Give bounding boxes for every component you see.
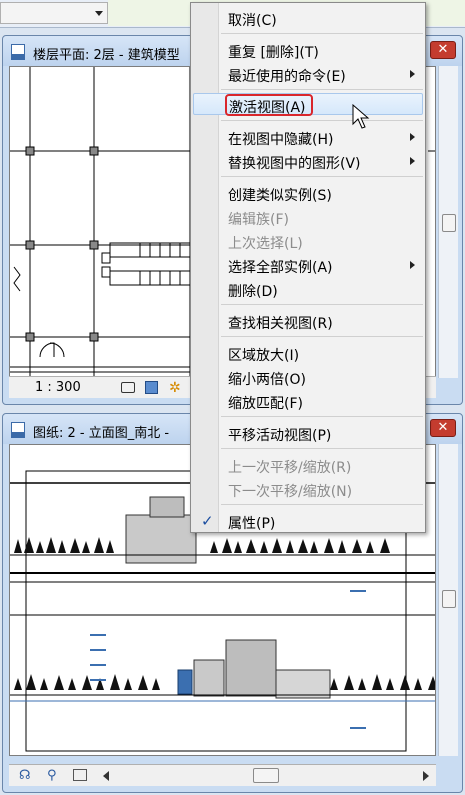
show-constraints-icon[interactable]: ⚲ [47,768,57,783]
menu-item-find-referring-views[interactable]: 查找相关视图(R) [193,310,423,332]
view-document-icon [11,44,25,60]
submenu-arrow-icon [410,261,415,269]
menu-separator [221,504,423,505]
menu-item-override-graphics[interactable]: 替换视图中的图形(V) [193,150,423,172]
submenu-arrow-icon [410,157,415,165]
menu-item-repeat-delete[interactable]: 重复 [删除](T) [193,39,423,61]
menu-item-delete[interactable]: 删除(D) [193,278,423,300]
close-button[interactable]: ✕ [430,419,456,437]
sheet-title: 图纸: 2 - 立面图_南北 - [33,426,170,441]
sun-path-icon[interactable]: ✲ [169,380,181,396]
sheet-view-control-bar: ☊ ⚲ [9,764,436,786]
menu-item-previous-selection: 上次选择(L) [228,236,303,252]
detail-level-icon[interactable] [121,382,135,393]
menu-separator [221,120,423,121]
crop-region-icon[interactable] [73,769,87,781]
submenu-arrow-icon [410,133,415,141]
scroll-right-icon[interactable] [423,771,429,781]
menu-separator [221,416,423,417]
scrollbar-thumb[interactable] [442,590,456,608]
menu-item-properties[interactable]: ✓ 属性(P) [193,510,423,532]
menu-item-previous-pan-zoom: 上一次平移/缩放(R) [228,460,352,476]
scroll-left-icon[interactable] [103,771,109,781]
context-menu: 取消(C) 重复 [删除](T) 最近使用的命令(E) 激活视图(A) 在视图中… [190,2,426,533]
checkmark-icon: ✓ [201,512,214,530]
render-settings-icon[interactable]: ☊ [19,768,31,783]
type-selector-dropdown[interactable] [0,2,108,24]
menu-item-edit-family: 编辑族(F) [228,212,289,228]
menu-separator [221,176,423,177]
submenu-arrow-icon [410,70,415,78]
floor-plan-title: 楼层平面: 2层 - 建筑模型 [33,48,180,63]
view-scale[interactable]: 1 : 300 [35,380,81,395]
menu-item-recent-commands[interactable]: 最近使用的命令(E) [193,63,423,85]
close-button[interactable]: ✕ [430,41,456,59]
mouse-pointer-icon [352,104,370,129]
menu-item-next-pan-zoom: 下一次平移/缩放(N) [228,484,353,500]
menu-separator [221,448,423,449]
menu-separator [221,304,423,305]
floor-plan-vertical-scrollbar[interactable] [438,66,458,378]
sheet-vertical-scrollbar[interactable] [438,444,458,756]
menu-item-create-similar[interactable]: 创建类似实例(S) [193,182,423,204]
menu-item-zoom-in-region[interactable]: 区域放大(I) [193,342,423,364]
menu-item-cancel[interactable]: 取消(C) [193,7,423,29]
horizontal-scrollbar-thumb[interactable] [253,768,279,783]
menu-item-pan-active-view[interactable]: 平移活动视图(P) [193,422,423,444]
menu-item-select-all-instances[interactable]: 选择全部实例(A) [193,254,423,276]
scrollbar-thumb[interactable] [442,214,456,232]
menu-separator [221,336,423,337]
menu-item-zoom-out-2x[interactable]: 缩小两倍(O) [193,366,423,388]
visual-style-cube-icon[interactable] [145,381,158,394]
menu-item-hide-in-view[interactable]: 在视图中隐藏(H) [193,126,423,148]
menu-separator [221,33,423,34]
chevron-down-icon[interactable] [95,11,103,16]
menu-item-zoom-to-fit[interactable]: 缩放匹配(F) [193,390,423,412]
menu-separator [221,89,423,90]
sheet-document-icon [11,422,25,438]
menu-item-activate-view[interactable]: 激活视图(A) [193,93,423,116]
